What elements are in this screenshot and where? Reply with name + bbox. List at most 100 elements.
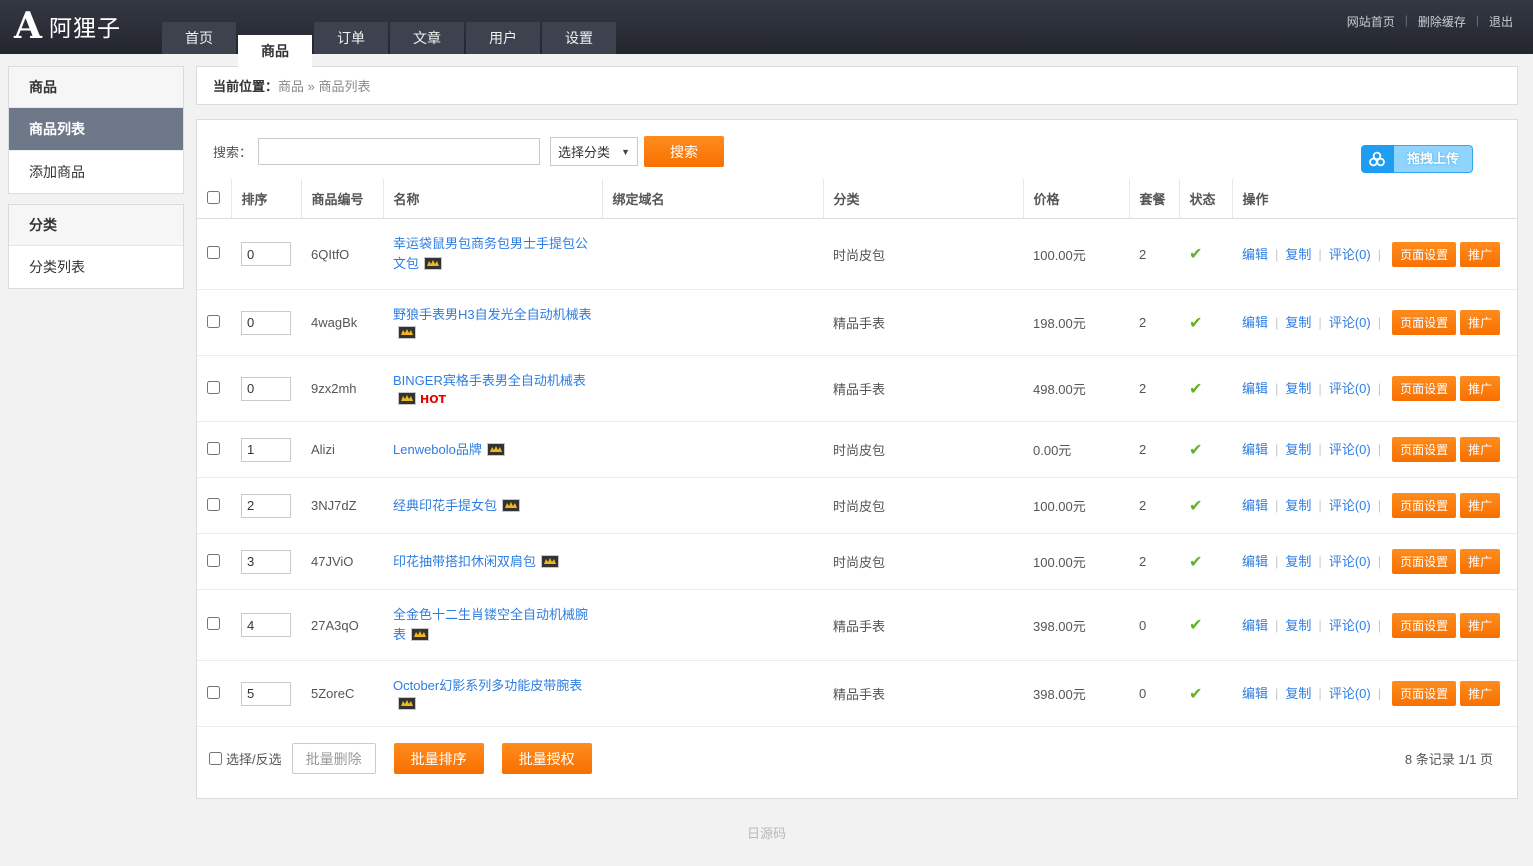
batch-sort-button[interactable]: 批量排序	[394, 743, 484, 774]
sort-input[interactable]	[241, 550, 291, 574]
product-name-link[interactable]: Lenwebolo品牌	[393, 442, 482, 457]
copy-link[interactable]: 复制	[1285, 498, 1311, 513]
row-checkbox[interactable]	[207, 442, 220, 455]
promote-button[interactable]: 推广	[1460, 437, 1500, 462]
row-checkbox[interactable]	[207, 315, 220, 328]
edit-link[interactable]: 编辑	[1242, 247, 1268, 262]
row-checkbox[interactable]	[207, 686, 220, 699]
product-name-link[interactable]: 幸运袋鼠男包商务包男士手提包公文包	[393, 236, 588, 271]
row-checkbox[interactable]	[207, 554, 220, 567]
action-separator: |	[1378, 554, 1381, 569]
action-separator: |	[1378, 618, 1381, 633]
nav-tab-products[interactable]: 商品	[238, 35, 312, 67]
product-price: 198.00元	[1023, 290, 1129, 356]
batch-delete-button[interactable]: 批量删除	[292, 743, 376, 774]
site-home-link[interactable]: 网站首页	[1347, 13, 1395, 30]
edit-link[interactable]: 编辑	[1242, 554, 1268, 569]
comment-link[interactable]: 评论(0)	[1329, 247, 1371, 262]
product-category: 精品手表	[823, 356, 1023, 422]
copy-link[interactable]: 复制	[1285, 381, 1311, 396]
sort-input[interactable]	[241, 438, 291, 462]
copy-link[interactable]: 复制	[1285, 315, 1311, 330]
row-checkbox[interactable]	[207, 381, 220, 394]
page-settings-button[interactable]: 页面设置	[1392, 437, 1456, 462]
comment-link[interactable]: 评论(0)	[1329, 686, 1371, 701]
nav-tab-settings[interactable]: 设置	[542, 22, 616, 54]
edit-link[interactable]: 编辑	[1242, 442, 1268, 457]
page-settings-button[interactable]: 页面设置	[1392, 681, 1456, 706]
nav-tab-users[interactable]: 用户	[466, 22, 540, 54]
action-separator: |	[1318, 381, 1321, 396]
copy-link[interactable]: 复制	[1285, 247, 1311, 262]
comment-link[interactable]: 评论(0)	[1329, 315, 1371, 330]
product-thumb-icon	[398, 326, 416, 339]
comment-link[interactable]: 评论(0)	[1329, 498, 1371, 513]
promote-button[interactable]: 推广	[1460, 310, 1500, 335]
sort-input[interactable]	[241, 613, 291, 637]
product-package: 0	[1129, 590, 1179, 661]
sidebar-item-add-product[interactable]: 添加商品	[9, 151, 183, 193]
promote-button[interactable]: 推广	[1460, 613, 1500, 638]
comment-link[interactable]: 评论(0)	[1329, 618, 1371, 633]
page-settings-button[interactable]: 页面设置	[1392, 493, 1456, 518]
nav-tab-orders[interactable]: 订单	[314, 22, 388, 54]
copy-link[interactable]: 复制	[1285, 554, 1311, 569]
top-links: 网站首页 | 删除缓存 | 退出	[1347, 13, 1513, 30]
product-name-link[interactable]: October幻影系列多功能皮带腕表	[393, 678, 582, 693]
batch-auth-button[interactable]: 批量授权	[502, 743, 592, 774]
row-checkbox[interactable]	[207, 617, 220, 630]
clear-cache-link[interactable]: 删除缓存	[1418, 13, 1466, 30]
drag-upload-button[interactable]: 拖拽上传	[1361, 145, 1473, 173]
row-checkbox[interactable]	[207, 498, 220, 511]
logout-link[interactable]: 退出	[1489, 13, 1513, 30]
product-name-link[interactable]: BINGER宾格手表男全自动机械表	[393, 373, 586, 388]
product-name-link[interactable]: 印花抽带搭扣休闲双肩包	[393, 554, 536, 569]
product-package: 2	[1129, 422, 1179, 478]
select-invert-checkbox[interactable]	[209, 752, 222, 765]
comment-link[interactable]: 评论(0)	[1329, 554, 1371, 569]
product-name-link[interactable]: 野狼手表男H3自发光全自动机械表	[393, 307, 592, 322]
sort-input[interactable]	[241, 311, 291, 335]
edit-link[interactable]: 编辑	[1242, 498, 1268, 513]
product-category: 精品手表	[823, 661, 1023, 727]
copy-link[interactable]: 复制	[1285, 442, 1311, 457]
promote-button[interactable]: 推广	[1460, 549, 1500, 574]
page-settings-button[interactable]: 页面设置	[1392, 242, 1456, 267]
sort-input[interactable]	[241, 377, 291, 401]
search-input[interactable]	[258, 138, 540, 165]
page-settings-button[interactable]: 页面设置	[1392, 549, 1456, 574]
batch-actions-row: 选择/反选 批量删除 批量排序 批量授权 8 条记录 1/1 页	[197, 727, 1517, 774]
col-header-package: 套餐	[1129, 179, 1179, 219]
page-settings-button[interactable]: 页面设置	[1392, 376, 1456, 401]
promote-button[interactable]: 推广	[1460, 376, 1500, 401]
sort-input[interactable]	[241, 494, 291, 518]
page-settings-button[interactable]: 页面设置	[1392, 310, 1456, 335]
select-all-checkbox[interactable]	[207, 191, 220, 204]
nav-tab-articles[interactable]: 文章	[390, 22, 464, 54]
edit-link[interactable]: 编辑	[1242, 315, 1268, 330]
copy-link[interactable]: 复制	[1285, 686, 1311, 701]
select-invert-label[interactable]: 选择/反选	[226, 749, 282, 768]
edit-link[interactable]: 编辑	[1242, 618, 1268, 633]
promote-button[interactable]: 推广	[1460, 681, 1500, 706]
search-button[interactable]: 搜索	[644, 136, 724, 167]
promote-button[interactable]: 推广	[1460, 242, 1500, 267]
sort-input[interactable]	[241, 682, 291, 706]
sidebar-item-category-list[interactable]: 分类列表	[9, 246, 183, 288]
page-settings-button[interactable]: 页面设置	[1392, 613, 1456, 638]
logo-a-icon: A	[14, 7, 42, 45]
product-name-link[interactable]: 经典印花手提女包	[393, 498, 497, 513]
category-select[interactable]: 选择分类 ▼	[550, 137, 638, 166]
edit-link[interactable]: 编辑	[1242, 686, 1268, 701]
row-checkbox[interactable]	[207, 246, 220, 259]
sidebar-item-product-list[interactable]: 商品列表	[9, 108, 183, 151]
product-list-panel: 搜索： 选择分类 ▼ 搜索 拖拽上传	[196, 119, 1518, 799]
comment-link[interactable]: 评论(0)	[1329, 442, 1371, 457]
product-package: 2	[1129, 534, 1179, 590]
sort-input[interactable]	[241, 242, 291, 266]
comment-link[interactable]: 评论(0)	[1329, 381, 1371, 396]
promote-button[interactable]: 推广	[1460, 493, 1500, 518]
nav-tab-home[interactable]: 首页	[162, 22, 236, 54]
copy-link[interactable]: 复制	[1285, 618, 1311, 633]
edit-link[interactable]: 编辑	[1242, 381, 1268, 396]
